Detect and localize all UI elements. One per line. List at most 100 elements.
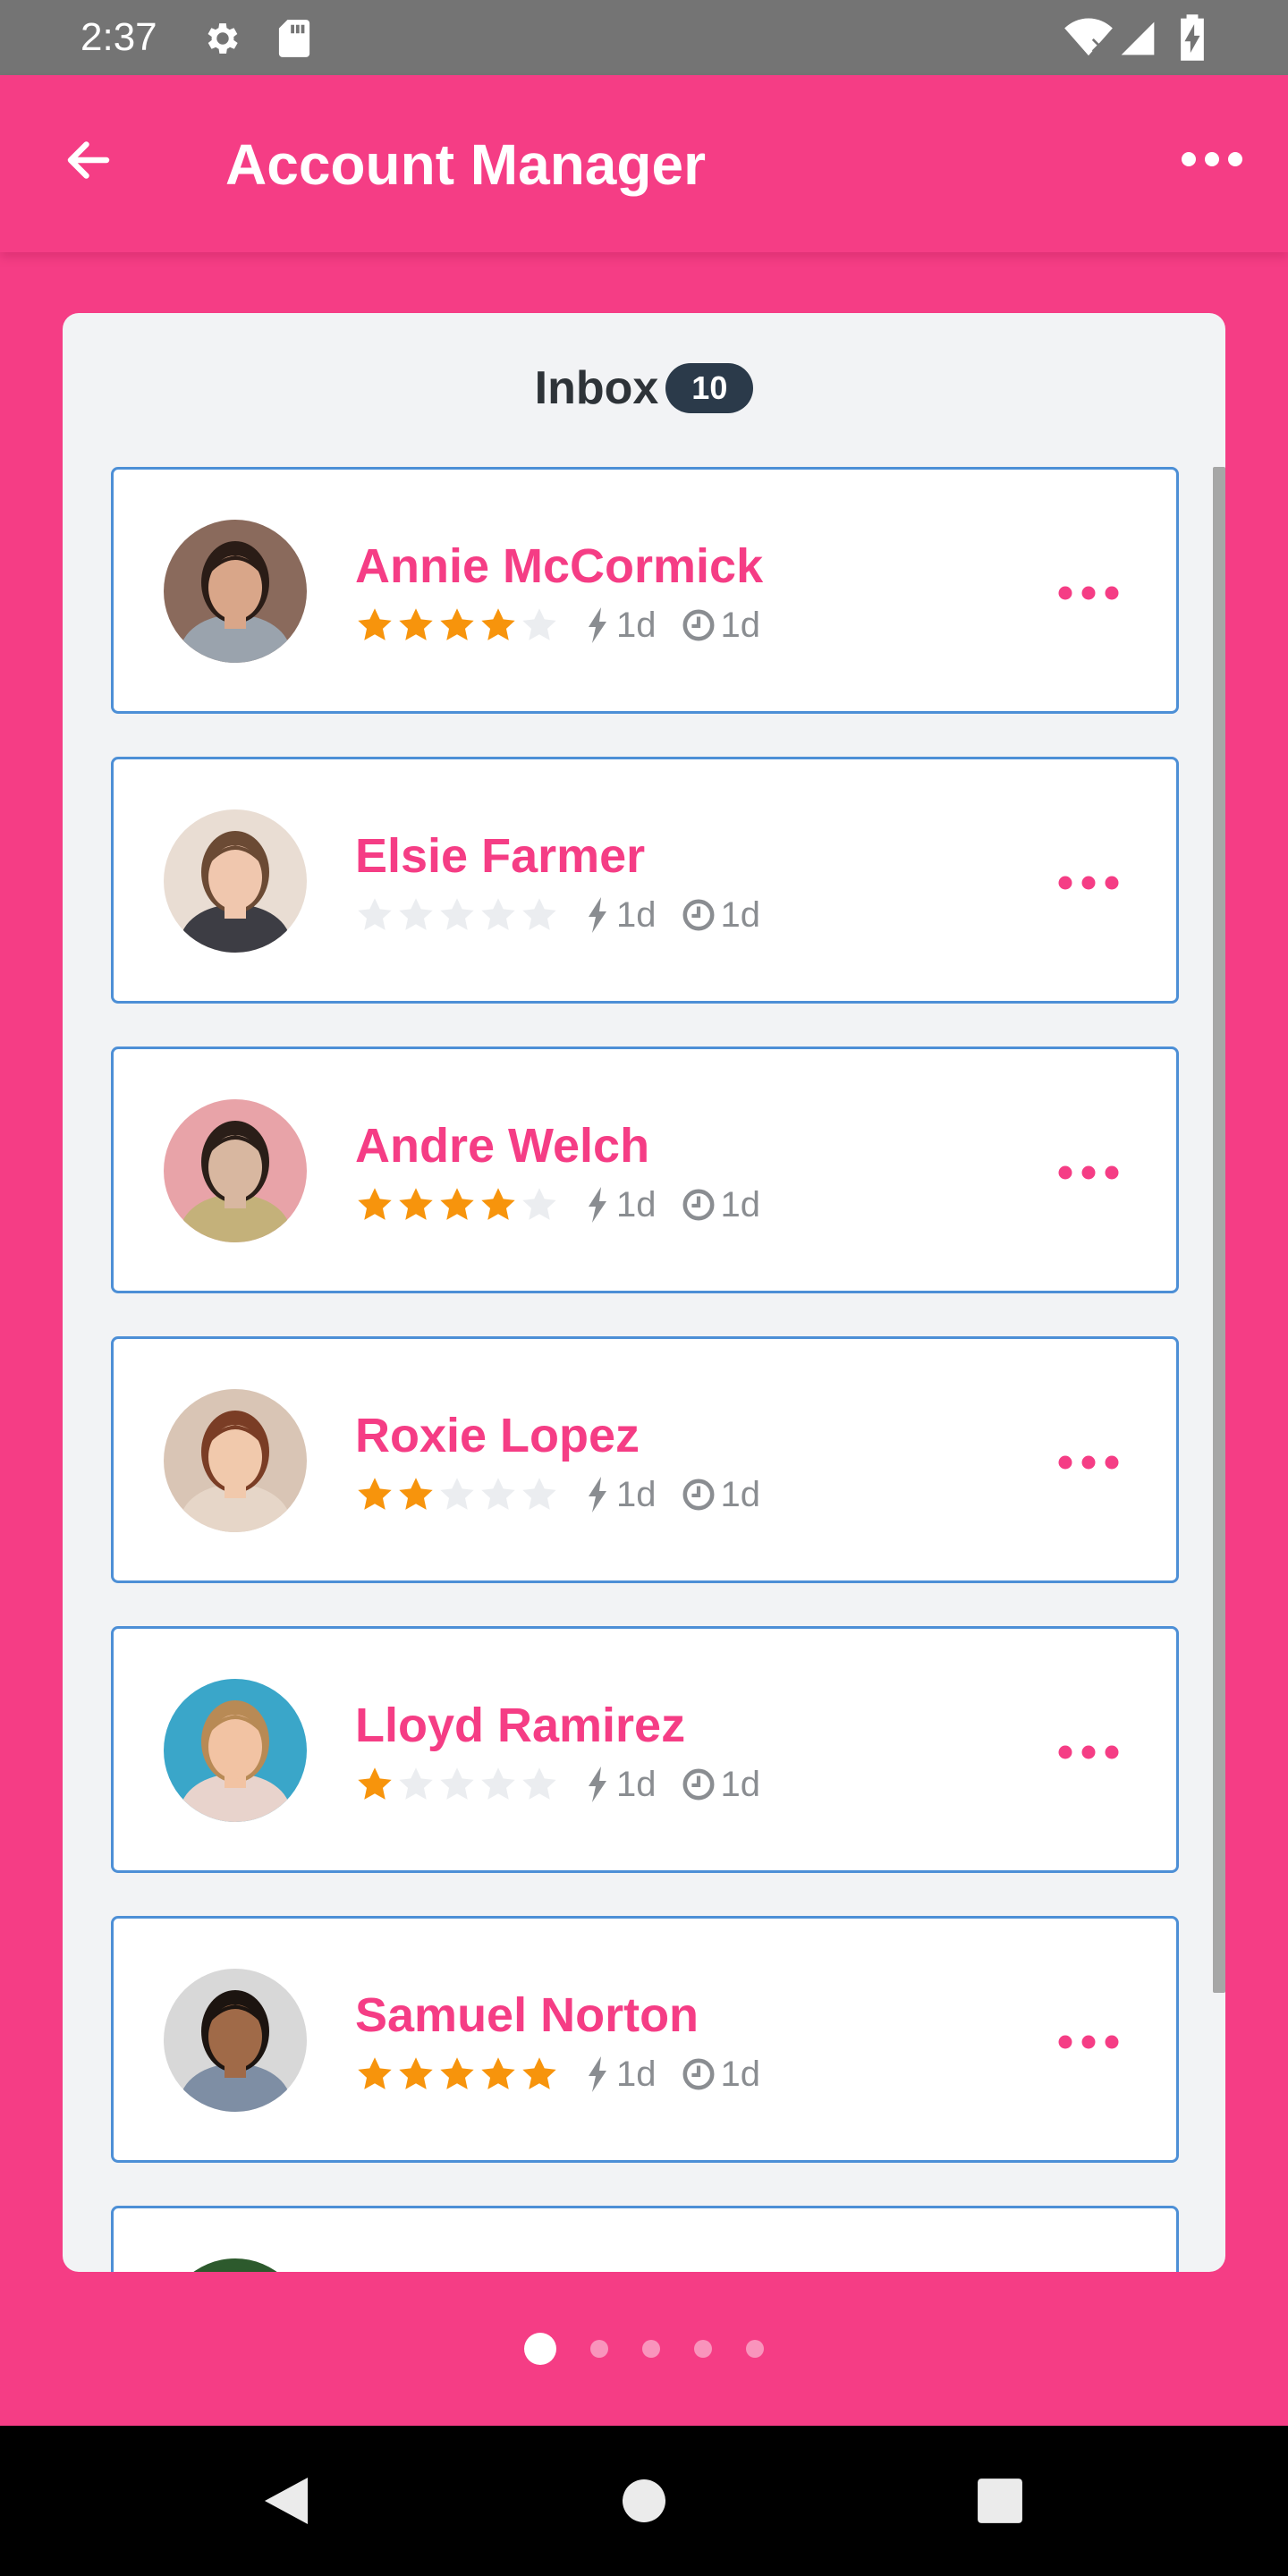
row-more-button[interactable] <box>1044 2015 1133 2069</box>
rating-stars <box>355 895 559 935</box>
row-more-button[interactable] <box>1044 1725 1133 1779</box>
contact-row[interactable]: Andre Welch 1d 1d <box>111 1046 1179 1293</box>
activity-value: 1d <box>616 1474 657 1514</box>
star-filled-icon <box>358 1767 392 1800</box>
row-more-button[interactable] <box>1044 1436 1133 1489</box>
clock-icon <box>682 899 714 931</box>
star-empty-icon <box>522 608 556 640</box>
status-time: 2:37 <box>80 15 157 59</box>
activity-stat: 1d <box>584 1475 657 1515</box>
star-filled-icon <box>481 608 515 640</box>
activity-value: 1d <box>616 2054 657 2094</box>
star-empty-icon <box>440 898 474 930</box>
ellipsis-icon <box>1058 586 1119 600</box>
contact-name[interactable]: Andre Welch <box>355 1117 649 1174</box>
row-more-button[interactable] <box>1044 566 1133 620</box>
contact-row[interactable]: Roxie Lopez 1d 1d <box>111 1336 1179 1583</box>
nav-home-button[interactable] <box>612 2469 676 2533</box>
star-empty-icon <box>399 1767 433 1800</box>
avatar[interactable] <box>164 520 307 663</box>
page-dot[interactable] <box>590 2340 608 2358</box>
star-empty-icon <box>440 1478 474 1510</box>
contact-row[interactable]: Austin Watts1d1d <box>111 2206 1179 2272</box>
nav-back-button[interactable] <box>254 2469 318 2533</box>
avatar[interactable] <box>164 2258 307 2272</box>
square-recents-icon <box>978 2479 1022 2523</box>
clock-icon <box>682 609 714 641</box>
contact-row[interactable]: Annie McCormick 1d 1d <box>111 467 1179 714</box>
circle-home-icon <box>623 2479 665 2522</box>
star-filled-icon <box>399 2057 433 2089</box>
battery-charging-icon <box>1181 14 1204 61</box>
inbox-title: Inbox <box>534 362 659 414</box>
star-empty-icon <box>481 898 515 930</box>
back-button[interactable] <box>57 129 120 191</box>
clock-icon <box>682 1189 714 1221</box>
avatar[interactable] <box>164 1969 307 2112</box>
row-more-button[interactable] <box>1044 1146 1133 1199</box>
star-filled-icon <box>522 2057 556 2089</box>
contact-meta: 1d 1d <box>355 1763 760 1806</box>
clock-icon <box>682 1479 714 1511</box>
contact-name[interactable]: Samuel Norton <box>355 1987 699 2044</box>
scrollbar[interactable] <box>1213 467 1225 1993</box>
star-filled-icon <box>440 1188 474 1220</box>
ellipsis-icon <box>1182 152 1242 166</box>
contact-meta: 1d 1d <box>355 2053 760 2096</box>
ellipsis-icon <box>1058 1455 1119 1470</box>
contact-name[interactable]: Roxie Lopez <box>355 1407 640 1464</box>
activity-stat: 1d <box>584 895 657 936</box>
nav-recents-button[interactable] <box>968 2469 1032 2533</box>
star-empty-icon <box>522 1188 556 1220</box>
page-indicator <box>0 2329 1288 2368</box>
time-value: 1d <box>720 1764 761 1804</box>
activity-stat: 1d <box>584 2055 657 2095</box>
avatar[interactable] <box>164 1099 307 1242</box>
activity-value: 1d <box>616 894 657 935</box>
page-dot[interactable] <box>746 2340 764 2358</box>
rating-stars <box>355 606 559 645</box>
avatar[interactable] <box>164 1679 307 1822</box>
contact-row[interactable]: Lloyd Ramirez 1d 1d <box>111 1626 1179 1873</box>
avatar[interactable] <box>164 1389 307 1532</box>
avatar[interactable] <box>164 809 307 953</box>
star-filled-icon <box>399 1188 433 1220</box>
star-filled-icon <box>358 2057 392 2089</box>
star-empty-icon <box>440 1767 474 1800</box>
lightning-icon <box>589 2056 606 2092</box>
page-dot[interactable] <box>642 2340 660 2358</box>
activity-stat: 1d <box>584 606 657 646</box>
star-empty-icon <box>522 1478 556 1510</box>
contact-row[interactable]: Elsie Farmer 1d 1d <box>111 757 1179 1004</box>
star-filled-icon <box>481 1188 515 1220</box>
overflow-menu-button[interactable] <box>1172 132 1252 186</box>
page-dot-active[interactable] <box>524 2333 556 2365</box>
inbox-header: Inbox 10 <box>63 360 1225 417</box>
activity-value: 1d <box>616 1184 657 1224</box>
contact-meta: 1d 1d <box>355 604 760 647</box>
activity-stat: 1d <box>584 1765 657 1805</box>
rating-stars <box>355 1765 559 1804</box>
star-empty-icon <box>481 1767 515 1800</box>
contact-meta: 1d 1d <box>355 1473 760 1516</box>
row-more-button[interactable] <box>1044 856 1133 910</box>
star-filled-icon <box>399 1478 433 1510</box>
page-dot[interactable] <box>694 2340 712 2358</box>
time-stat: 1d <box>682 895 760 936</box>
activity-value: 1d <box>616 1764 657 1804</box>
rating-stars <box>355 1475 559 1514</box>
rating-stars <box>355 2055 559 2094</box>
time-value: 1d <box>720 1184 761 1224</box>
clock-icon <box>682 1768 714 1801</box>
contact-name[interactable]: Annie McCormick <box>355 538 763 595</box>
cell-signal-icon <box>1121 21 1155 55</box>
ellipsis-icon <box>1058 876 1119 890</box>
contact-row[interactable]: Samuel Norton 1d 1d <box>111 1916 1179 2163</box>
contact-name[interactable]: Lloyd Ramirez <box>355 1697 685 1754</box>
time-stat: 1d <box>682 2055 760 2095</box>
contact-name[interactable]: Elsie Farmer <box>355 827 645 885</box>
triangle-back-icon <box>265 2478 308 2524</box>
system-nav-bar <box>0 2426 1288 2576</box>
ellipsis-icon <box>1058 2035 1119 2049</box>
time-stat: 1d <box>682 1764 761 1805</box>
